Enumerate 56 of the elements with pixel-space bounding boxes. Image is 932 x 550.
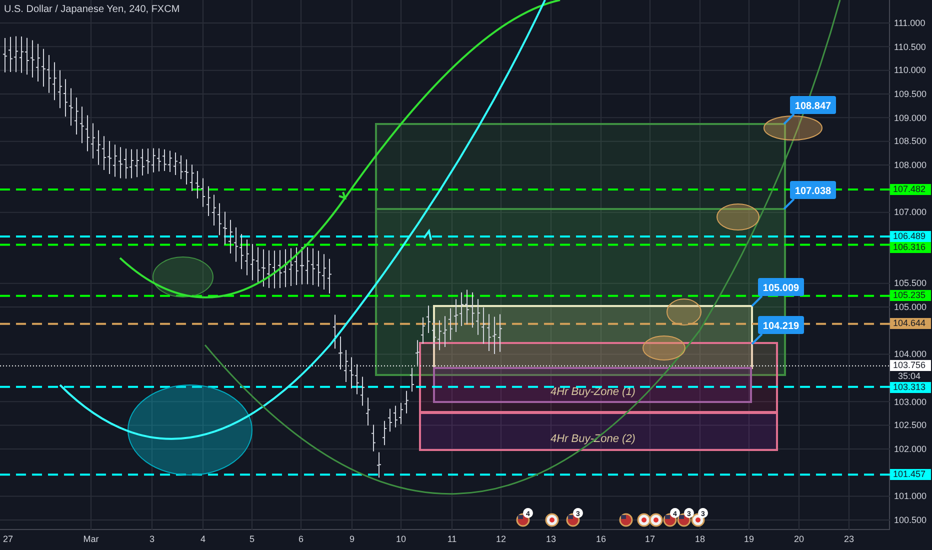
price-callout: 107.038 (783, 181, 836, 210)
price-label: 102.000 (894, 442, 927, 455)
price-tag: 107.482 (890, 184, 931, 194)
price-callout: 104.219 (751, 316, 804, 345)
price-label: 103.000 (894, 396, 927, 408)
time-label: 20 (794, 534, 804, 544)
time-label: Mar (83, 534, 99, 544)
price-tag: 103.756 (890, 360, 931, 371)
time-label: 3 (150, 534, 154, 544)
time-label: 9 (350, 534, 354, 544)
flag-icon[interactable] (637, 513, 651, 527)
time-label: 11 (447, 534, 457, 544)
time-label: 4 (200, 534, 206, 544)
price-label: 105.500 (894, 277, 927, 290)
price-label: 108.500 (894, 135, 927, 148)
price-label: 107.000 (894, 206, 927, 218)
time-label: 17 (645, 534, 655, 544)
price-callout: 105.009 (751, 278, 804, 307)
price-tag: 103.313 (890, 382, 931, 393)
price-callout: 108.847 (783, 96, 836, 125)
time-label: 12 (496, 534, 506, 544)
time-label: 5 (250, 534, 254, 544)
price-label: 101.000 (894, 490, 927, 502)
price-label: 105.000 (894, 300, 927, 313)
time-label: 18 (695, 534, 705, 544)
flag-icon[interactable] (649, 513, 663, 527)
flag-icon[interactable] (545, 513, 559, 527)
time-label: 13 (546, 534, 556, 544)
time-label: 6 (298, 534, 304, 544)
zone-label: 4Hr Buy-Zone (1) (550, 386, 636, 398)
chart-title: U.S. Dollar / Japanese Yen, 240, FXCM (4, 4, 180, 15)
price-label: 102.500 (894, 419, 927, 432)
price-label: 109.500 (894, 88, 927, 100)
price-tag: 106.489 (890, 230, 931, 242)
time-label: 27 (3, 534, 14, 544)
time-label: 19 (744, 534, 754, 544)
target-ellipse (764, 116, 822, 140)
price-label: 109.000 (894, 112, 927, 124)
price-label: 100.500 (894, 514, 927, 526)
time-label: 16 (596, 534, 606, 544)
price-label: 110.500 (894, 40, 926, 53)
target-ellipse (642, 336, 686, 360)
target-ellipse (666, 298, 702, 326)
target-ellipse (716, 204, 760, 230)
price-label: 110.000 (894, 64, 926, 76)
price-label: 104.000 (894, 348, 927, 360)
price-tag: 104.644 (890, 318, 931, 329)
price-tag: 101.457 (890, 468, 931, 480)
price-tag: 106.316 (890, 242, 931, 252)
price-label: 111.000 (894, 17, 926, 29)
price-label: 108.000 (894, 158, 927, 171)
price-tag: 105.235 (890, 290, 931, 301)
time-label: 10 (396, 534, 406, 544)
flag-icon[interactable] (619, 513, 633, 527)
time-label: 23 (844, 534, 854, 544)
highlight-ellipse (152, 256, 214, 298)
